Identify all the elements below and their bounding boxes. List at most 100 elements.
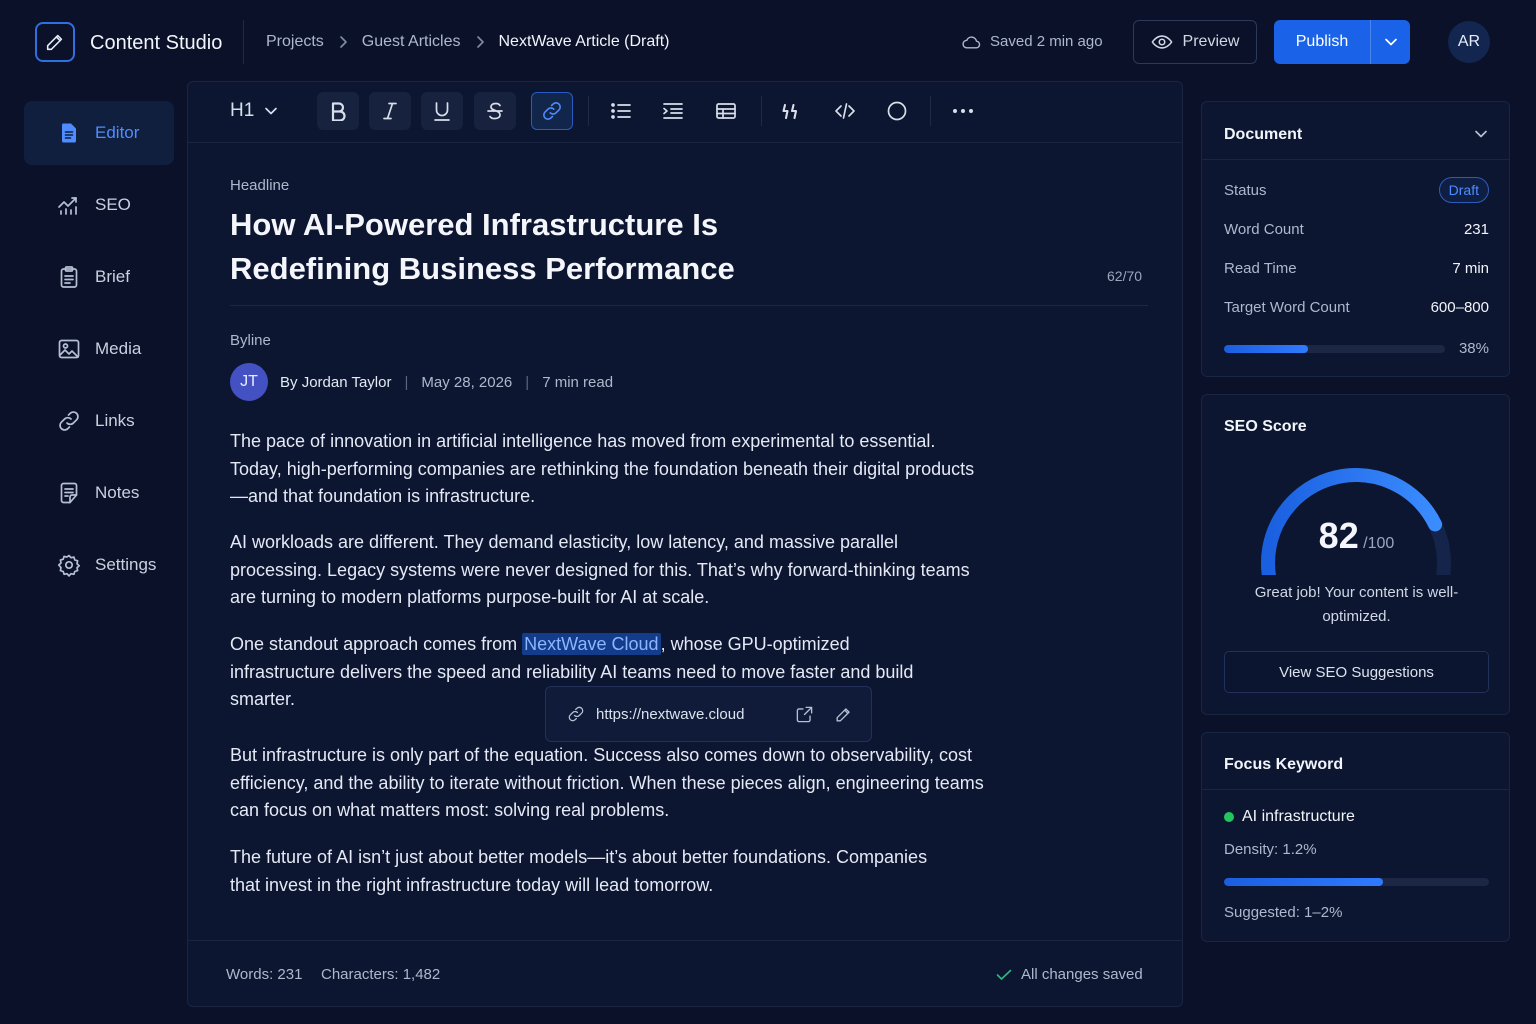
density-fill <box>1224 878 1383 886</box>
breadcrumb-current: NextWave Article (Draft) <box>498 33 670 50</box>
separator: | <box>404 373 409 391</box>
read-time-row: Read Time 7 min <box>1224 260 1489 277</box>
save-status: Saved 2 min ago <box>961 33 1103 50</box>
headline-label: Headline <box>230 177 290 194</box>
cloud-icon <box>961 34 981 50</box>
more-options-button[interactable] <box>942 92 984 130</box>
edit-link-icon[interactable] <box>834 705 853 724</box>
divider <box>1202 159 1509 160</box>
author-name[interactable]: Jordan Taylor <box>302 374 392 391</box>
hyperlink-nextwave[interactable]: NextWave Cloud <box>522 633 661 655</box>
sidebar-item-brief[interactable]: Brief <box>24 245 174 309</box>
chevron-right-icon <box>338 35 348 49</box>
publish-button[interactable]: Publish <box>1274 20 1370 64</box>
italic-button[interactable] <box>369 92 411 130</box>
heading-level-value: H1 <box>230 100 255 121</box>
circle-icon <box>886 100 908 122</box>
body-paragraph[interactable]: But infrastructure is only part of the e… <box>230 742 990 825</box>
word-progress-text: 38% <box>1458 340 1489 357</box>
code-button[interactable] <box>824 92 866 130</box>
target-label: Target Word Count <box>1224 299 1350 316</box>
breadcrumb-projects[interactable]: Projects <box>266 33 324 51</box>
open-link-icon[interactable] <box>795 705 814 724</box>
density-bar <box>1224 878 1489 886</box>
sidebar-item-notes[interactable]: Notes <box>24 461 174 525</box>
sidebar-item-label: Editor <box>95 123 140 142</box>
separator: | <box>525 373 530 391</box>
code-icon <box>834 101 856 121</box>
chart-icon <box>57 193 81 217</box>
pencil-logo-icon[interactable] <box>35 22 75 62</box>
link-url: https://nextwave.cloud <box>596 705 745 723</box>
word-count-row: Word Count 231 <box>1224 221 1489 238</box>
shape-button[interactable] <box>876 92 918 130</box>
status-badge: Draft <box>1438 177 1489 203</box>
user-avatar[interactable]: AR <box>1448 21 1490 63</box>
image-icon <box>57 337 81 361</box>
divider <box>243 20 244 64</box>
headline-input[interactable]: How AI-Powered Infrastructure Is Redefin… <box>230 203 830 291</box>
read-time-label: Read Time <box>1224 260 1297 277</box>
publish-button-group: Publish <box>1274 20 1410 64</box>
target-word-count-row: Target Word Count 600–800 <box>1224 299 1489 316</box>
body-paragraph[interactable]: The pace of innovation in artificial int… <box>230 428 990 511</box>
bullet-list-button[interactable] <box>600 92 642 130</box>
formatting-toolbar: H1 <box>188 82 1182 143</box>
sidebar-item-settings[interactable]: Settings <box>24 533 174 597</box>
top-bar: Content Studio Projects Guest Articles N… <box>0 0 1536 84</box>
notes-icon <box>57 481 81 505</box>
more-horizontal-icon <box>952 108 974 114</box>
body-paragraph[interactable]: The future of AI isn’t just about better… <box>230 844 930 899</box>
character-count: Characters: 1,482 <box>321 966 441 983</box>
breadcrumb-guest-articles[interactable]: Guest Articles <box>362 33 461 51</box>
preview-label: Preview <box>1182 33 1240 50</box>
card-title: Document <box>1224 126 1303 143</box>
preview-button[interactable]: Preview <box>1133 20 1257 64</box>
sidebar-item-editor[interactable]: Editor <box>24 101 174 165</box>
publish-options-button[interactable] <box>1370 20 1410 64</box>
keyword-density: Density: 1.2% <box>1224 841 1317 858</box>
word-progress-bar <box>1224 345 1445 353</box>
byline: JT By Jordan Taylor | May 28, 2026 | 7 m… <box>230 363 613 401</box>
card-title: SEO Score <box>1224 418 1307 435</box>
indent-list-button[interactable] <box>652 92 694 130</box>
gear-icon <box>57 553 81 577</box>
publish-date: May 28, 2026 <box>421 373 513 391</box>
chevron-down-icon <box>264 106 278 116</box>
seo-score-max: /100 <box>1363 535 1395 552</box>
view-seo-suggestions-button[interactable]: View SEO Suggestions <box>1224 651 1489 693</box>
sidebar-item-label: Links <box>95 411 135 430</box>
divider <box>930 96 931 126</box>
heading-level-select[interactable]: H1 <box>230 100 278 122</box>
read-time-value: 7 min <box>1452 260 1489 277</box>
document-card: Document Status Draft Word Count 231 Rea… <box>1201 101 1510 377</box>
divider <box>588 96 589 126</box>
strikethrough-button[interactable] <box>474 92 516 130</box>
underline-button[interactable] <box>421 92 463 130</box>
word-count-label: Word Count <box>1224 221 1304 238</box>
card-title: Focus Keyword <box>1224 756 1344 773</box>
save-status-text: All changes saved <box>1021 966 1143 983</box>
eye-icon <box>1151 34 1173 50</box>
table-button[interactable] <box>705 92 747 130</box>
suggested-density: Suggested: 1–2% <box>1224 904 1343 921</box>
sidebar: Editor SEO Brief Media Links Notes Setti… <box>12 84 186 1008</box>
focus-keyword-value[interactable]: AI infrastructure <box>1242 808 1355 826</box>
check-icon <box>996 969 1012 981</box>
word-count: Words: 231 <box>226 966 303 983</box>
sidebar-item-links[interactable]: Links <box>24 389 174 453</box>
sidebar-item-label: Media <box>95 339 142 358</box>
link-button[interactable] <box>531 92 573 130</box>
italic-icon <box>381 101 399 121</box>
link-icon <box>541 100 563 122</box>
chevron-down-icon[interactable] <box>1474 129 1488 139</box>
bold-button[interactable] <box>317 92 359 130</box>
quote-icon <box>781 101 803 121</box>
sidebar-item-label: SEO <box>95 195 131 214</box>
sidebar-item-seo[interactable]: SEO <box>24 173 174 237</box>
quote-button[interactable] <box>771 92 813 130</box>
sidebar-item-media[interactable]: Media <box>24 317 174 381</box>
body-paragraph[interactable]: AI workloads are different. They demand … <box>230 529 990 612</box>
sidebar-item-label: Brief <box>95 267 130 286</box>
editor-footer: Words: 231 Characters: 1,482 All changes… <box>188 940 1182 1006</box>
